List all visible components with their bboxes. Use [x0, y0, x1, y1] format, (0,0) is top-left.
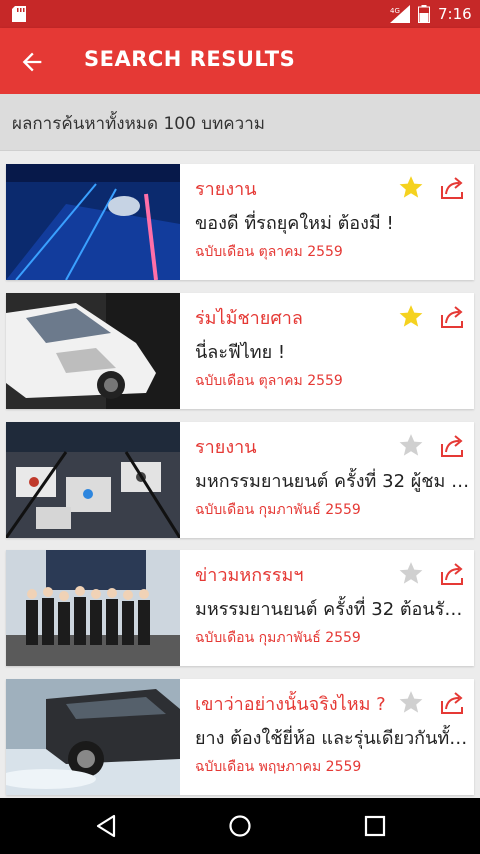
result-card[interactable]: เขาว่าอย่างนั้นจริงไหม ? ยาง ต้องใช้ยี่ห…: [6, 679, 474, 795]
status-time: 7:16: [438, 5, 472, 23]
nav-back-icon[interactable]: [92, 812, 120, 840]
signal-icon: 4G: [390, 5, 410, 23]
arrow-back-icon[interactable]: [18, 48, 46, 76]
article-category: ร่มไม้ชายศาล: [195, 308, 303, 329]
system-nav-bar: [0, 798, 480, 854]
article-title[interactable]: นี่ละฟีไทย !: [195, 337, 470, 366]
status-bar: 4G 7:16: [0, 0, 480, 28]
result-card[interactable]: รายงาน มหกรรมยานยนต์ ครั้งที่ 32 ผู้ชม 1…: [6, 422, 474, 538]
article-title[interactable]: ของดี ที่รถยุคใหม่ ต้องมี !: [195, 208, 470, 237]
share-icon[interactable]: [438, 689, 466, 717]
article-issue: ฉบับเดือน ตุลาคม 2559: [195, 244, 343, 260]
article-issue: ฉบับเดือน กุมภาพันธ์ 2559: [195, 502, 361, 518]
article-thumbnail: [6, 679, 180, 795]
article-category: รายงาน: [195, 437, 257, 458]
star-icon[interactable]: [398, 689, 424, 715]
article-category: ข่าวมหกรรมฯ: [195, 565, 304, 586]
article-thumbnail: [6, 293, 180, 409]
article-category: เขาว่าอย่างนั้นจริงไหม ?: [195, 694, 386, 715]
result-card[interactable]: ข่าวมหกรรมฯ มหรรมยานยนต์ ครั้งที่ 32 ต้อ…: [6, 550, 474, 666]
share-icon[interactable]: [438, 560, 466, 588]
share-icon[interactable]: [438, 174, 466, 202]
battery-icon: [418, 5, 430, 23]
article-title[interactable]: มหกรรมยานยนต์ ครั้งที่ 32 ผู้ชม 1...: [195, 466, 470, 495]
share-icon[interactable]: [438, 303, 466, 331]
article-issue: ฉบับเดือน กุมภาพันธ์ 2559: [195, 630, 361, 646]
results-list: รายงาน ของดี ที่รถยุคใหม่ ต้องมี ! ฉบับเ…: [0, 150, 480, 798]
star-icon[interactable]: [398, 303, 424, 329]
network-type: 4G: [390, 7, 400, 15]
article-issue: ฉบับเดือน ตุลาคม 2559: [195, 373, 343, 389]
share-icon[interactable]: [438, 432, 466, 460]
star-icon[interactable]: [398, 432, 424, 458]
nav-home-icon[interactable]: [226, 812, 254, 840]
article-title[interactable]: ยาง ต้องใช้ยี่ห้อ และรุ่นเดียวกันทั้ง 4.…: [195, 723, 470, 752]
nav-recents-icon[interactable]: [361, 812, 389, 840]
results-summary-bar: ผลการค้นหาทั้งหมด 100 บทความ: [0, 94, 480, 151]
sd-card-icon: [12, 6, 26, 22]
article-title[interactable]: มหรรมยานยนต์ ครั้งที่ 32 ต้อนรับ ...: [195, 594, 470, 623]
article-category: รายงาน: [195, 179, 257, 200]
article-thumbnail: [6, 550, 180, 666]
result-card[interactable]: ร่มไม้ชายศาล นี่ละฟีไทย ! ฉบับเดือน ตุลา…: [6, 293, 474, 409]
app-bar: SEARCH RESULTS: [0, 28, 480, 94]
star-icon[interactable]: [398, 174, 424, 200]
article-issue: ฉบับเดือน พฤษภาคม 2559: [195, 759, 362, 775]
article-thumbnail: [6, 164, 180, 280]
page-title: SEARCH RESULTS: [84, 47, 296, 71]
article-thumbnail: [6, 422, 180, 538]
results-count-text: ผลการค้นหาทั้งหมด 100 บทความ: [12, 114, 265, 134]
result-card[interactable]: รายงาน ของดี ที่รถยุคใหม่ ต้องมี ! ฉบับเ…: [6, 164, 474, 280]
star-icon[interactable]: [398, 560, 424, 586]
